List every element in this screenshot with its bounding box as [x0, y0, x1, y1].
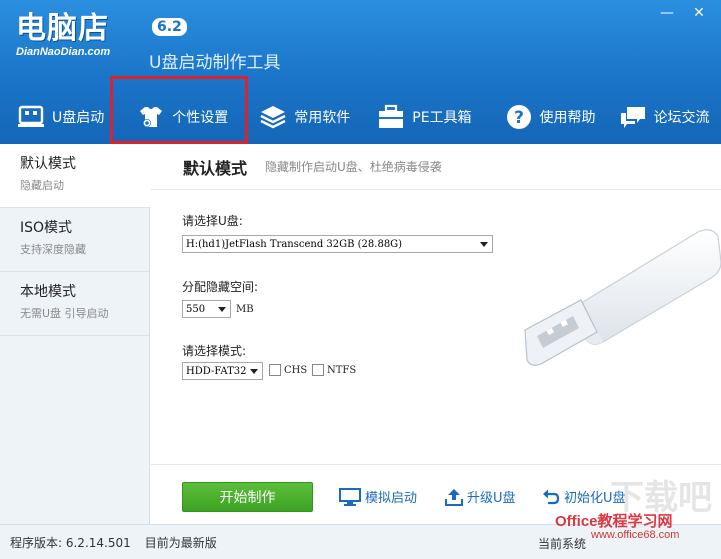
start-button[interactable]: 开始制作	[182, 482, 313, 512]
nav-item-pe-toolbox[interactable]: PE工具箱	[366, 92, 481, 142]
nav-item-usb-boot[interactable]: U盘启动	[0, 92, 114, 142]
close-button[interactable]: ✕	[685, 2, 713, 24]
sidebar-item-iso-mode[interactable]: ISO模式 支持深度隐藏	[0, 208, 149, 272]
ntfs-label: NTFS	[327, 364, 357, 376]
usb-drive-icon	[16, 102, 46, 132]
panel-header: 默认模式 隐藏制作启动U盘、杜绝病毒侵袭	[151, 144, 721, 190]
nav-item-label: 论坛交流	[653, 110, 710, 126]
nav-item-label: 使用帮助	[539, 110, 596, 126]
disk-select-value: H:(hd1)JetFlash Transcend 32GB (28.88G)	[186, 238, 403, 250]
chevron-down-icon	[250, 369, 258, 374]
hidden-space-label: 分配隐藏空间:	[182, 280, 259, 294]
question-icon: ?	[504, 102, 534, 132]
mode-sidebar: 默认模式 隐藏启动 ISO模式 支持深度隐藏 本地模式 无需U盘 引导启动	[0, 144, 150, 524]
brand-domain: DianNaoDian.com	[16, 46, 111, 58]
brand-logo: 电脑店 DianNaoDian.com 6.2 U盘启动制作工具	[16, 11, 280, 74]
hidden-space-value: 550	[186, 303, 206, 315]
version-badge: 6.2	[152, 18, 187, 36]
upload-icon	[445, 488, 463, 506]
chat-icon	[618, 102, 648, 132]
svg-text:?: ?	[514, 108, 524, 128]
window-controls: — ✕	[653, 2, 713, 24]
sidebar-item-default-mode[interactable]: 默认模式 隐藏启动	[0, 144, 150, 208]
main-nav: U盘启动 个性设置 常用软件 PE工具箱 ? 使用帮助 论坛交流	[0, 92, 721, 142]
sidebar-item-title: ISO模式	[20, 220, 73, 236]
checkbox-box[interactable]	[312, 364, 324, 376]
sidebar-item-desc: 支持深度隐藏	[20, 243, 86, 256]
sidebar-item-desc: 隐藏启动	[20, 179, 64, 192]
select-disk-label: 请选择U盘:	[182, 214, 243, 228]
ntfs-checkbox[interactable]: NTFS	[312, 364, 356, 376]
hidden-space-unit: MB	[236, 304, 254, 315]
nav-item-help[interactable]: ? 使用帮助	[494, 92, 606, 142]
brand-subtitle: U盘启动制作工具	[149, 53, 281, 73]
watermark-domain: www.office68.com	[591, 529, 680, 541]
toolbox-icon	[376, 102, 406, 132]
simulate-boot-button[interactable]: 模拟启动	[339, 487, 417, 506]
sidebar-item-desc: 无需U盘 引导启动	[20, 307, 109, 320]
nav-item-common-software[interactable]: 常用软件	[248, 92, 360, 142]
monitor-icon	[339, 487, 361, 506]
mode-label: 请选择模式:	[182, 344, 247, 358]
sidebar-item-title: 本地模式	[20, 284, 76, 300]
minimize-button[interactable]: —	[653, 2, 681, 24]
nav-item-forum[interactable]: 论坛交流	[608, 92, 720, 142]
undo-icon	[543, 489, 560, 504]
nav-item-label: 个性设置	[172, 110, 229, 126]
simulate-boot-label: 模拟启动	[365, 491, 418, 506]
sidebar-item-title: 默认模式	[20, 156, 76, 172]
tshirt-gear-icon	[136, 102, 166, 132]
brand-name: 电脑店	[16, 11, 109, 46]
chevron-down-icon	[218, 307, 226, 312]
usb-drive-illustration	[523, 202, 721, 375]
chs-checkbox[interactable]: CHS	[269, 364, 307, 376]
disk-select[interactable]: H:(hd1)JetFlash Transcend 32GB (28.88G)	[182, 235, 493, 253]
page-title: 默认模式	[183, 158, 248, 178]
sidebar-item-local-mode[interactable]: 本地模式 无需U盘 引导启动	[0, 272, 149, 336]
mode-select[interactable]: HDD-FAT32	[182, 362, 263, 380]
nav-item-label: U盘启动	[52, 110, 105, 126]
watermark-text: Office教程学习网	[555, 513, 673, 530]
upgrade-usb-label: 升级U盘	[467, 491, 516, 506]
nav-item-label: PE工具箱	[412, 110, 472, 126]
checkbox-box[interactable]	[269, 364, 281, 376]
nav-item-label: 常用软件	[294, 110, 351, 126]
chevron-down-icon	[480, 242, 488, 247]
upgrade-usb-button[interactable]: 升级U盘	[445, 487, 516, 506]
program-version: 程序版本: 6.2.14.501	[10, 535, 131, 550]
nav-item-personalize[interactable]: 个性设置	[126, 92, 238, 142]
mode-select-value: HDD-FAT32	[186, 365, 247, 377]
hidden-space-select[interactable]: 550	[182, 300, 231, 318]
watermark: Office教程学习网 www.office68.com	[555, 510, 679, 541]
main-panel: 默认模式 隐藏制作启动U盘、杜绝病毒侵袭 请选择U盘: H:(hd1)JetFl…	[151, 144, 721, 524]
chs-label: CHS	[284, 364, 308, 376]
update-status: 目前为最新版	[144, 535, 217, 550]
stack-icon	[258, 102, 288, 132]
app-header: 电脑店 DianNaoDian.com 6.2 U盘启动制作工具 — ✕ U盘启…	[0, 0, 721, 144]
page-subtitle: 隐藏制作启动U盘、杜绝病毒侵袭	[265, 160, 442, 174]
